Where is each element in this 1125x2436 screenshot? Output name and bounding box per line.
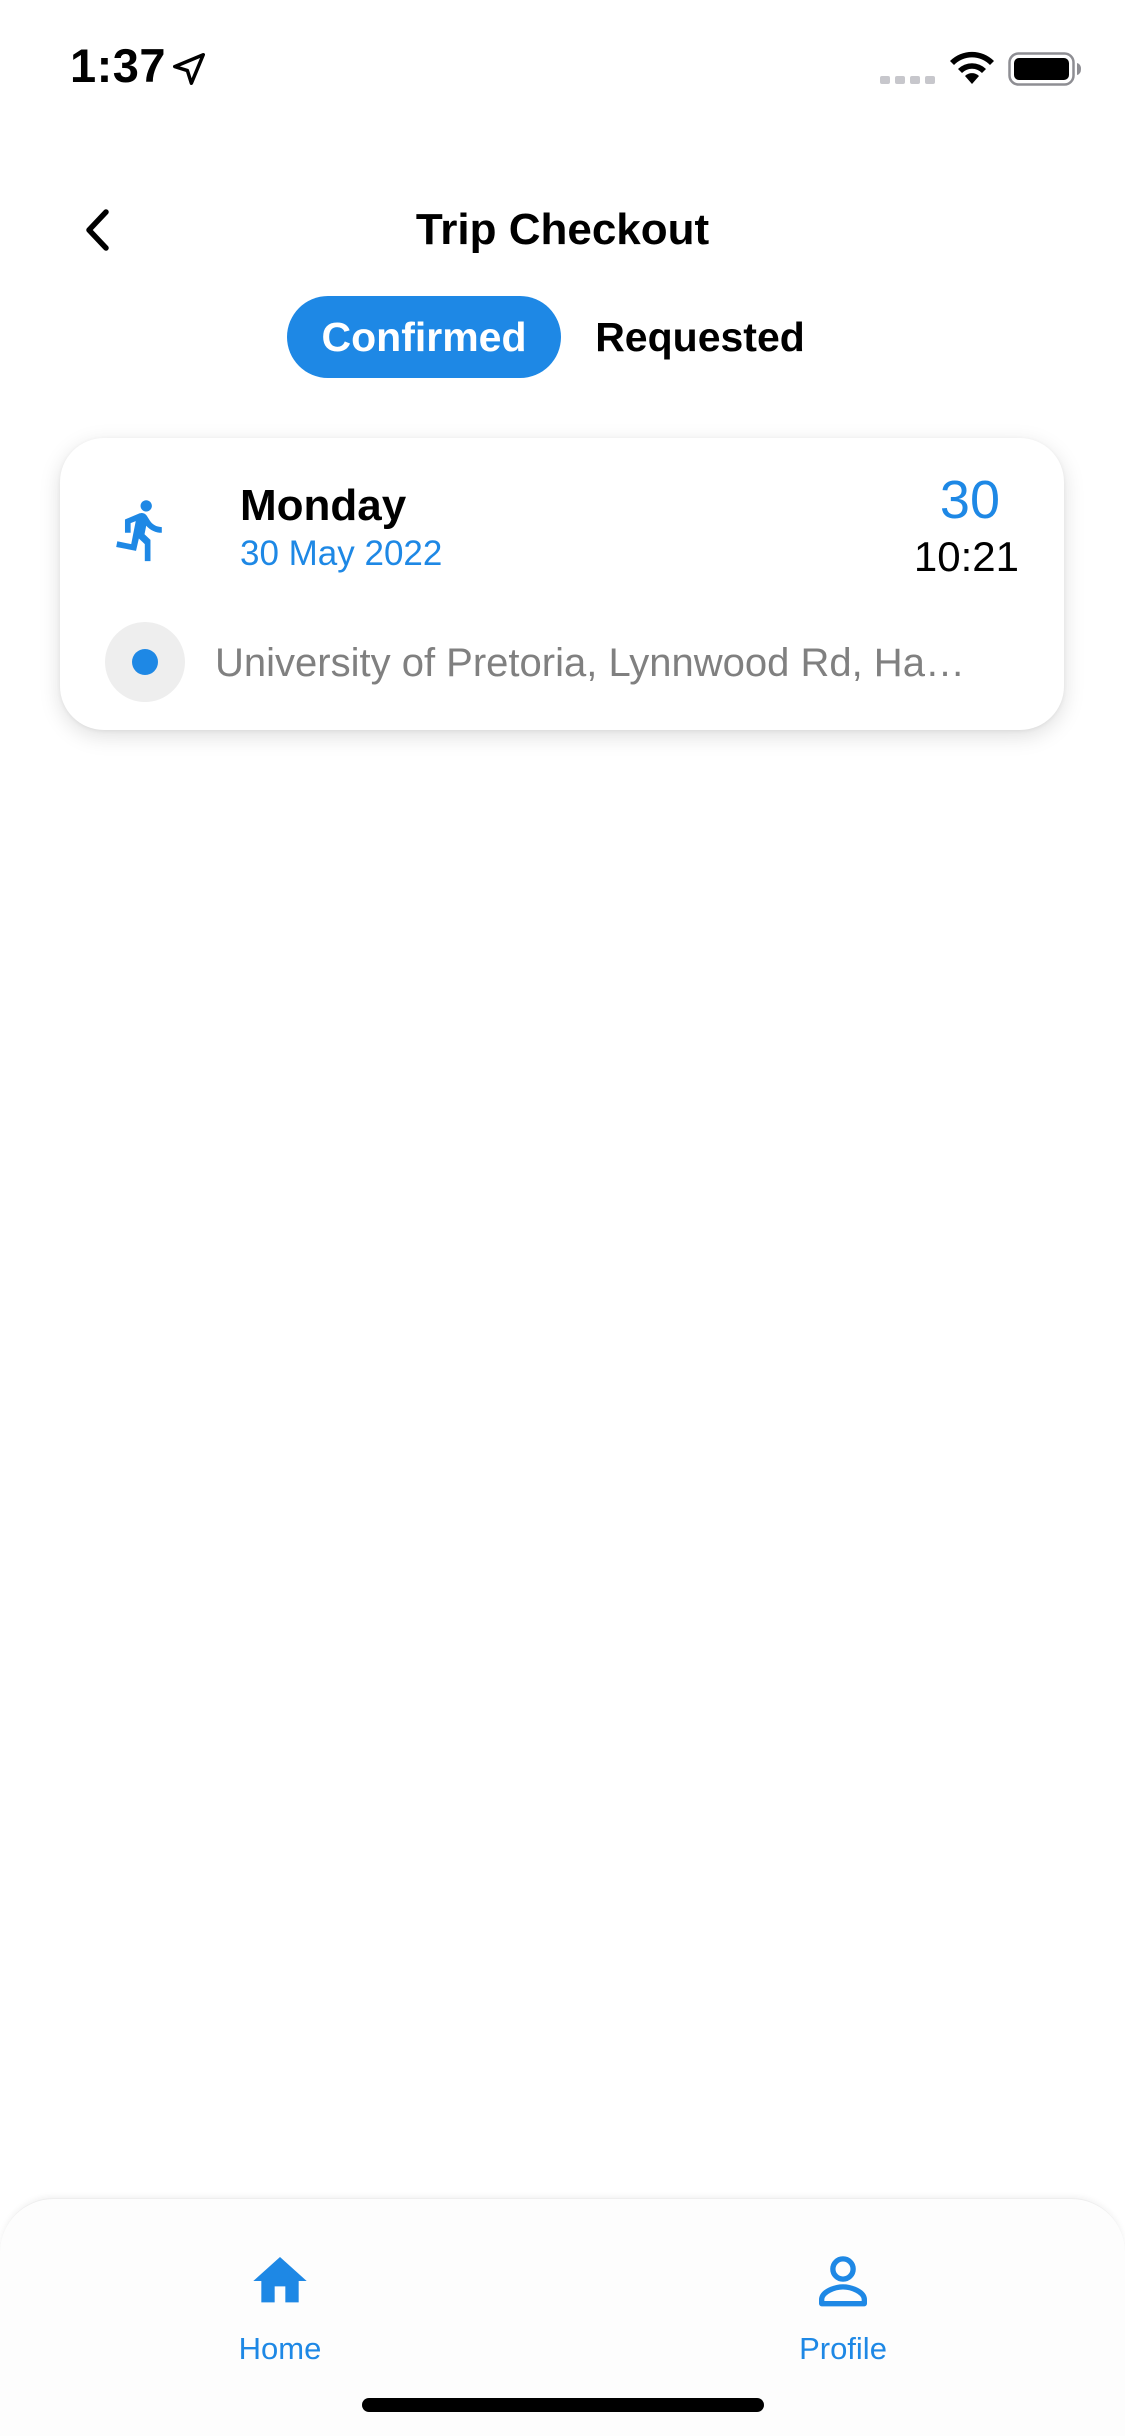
- nav-label-home: Home: [238, 2331, 322, 2366]
- battery-icon: [1008, 52, 1081, 86]
- trip-address: University of Pretoria, Lynnwood Rd, Ha…: [215, 641, 965, 685]
- trip-card[interactable]: Monday 30 May 2022 30 10:21 University o…: [60, 438, 1064, 730]
- trip-count: 30: [939, 470, 1000, 530]
- trip-checkout-screen: 1:37 Trip Checkout Confirmed Requested M…: [0, 0, 1125, 2436]
- wifi-icon: [950, 51, 994, 84]
- trip-time: 10:21: [913, 533, 1019, 580]
- person-icon: [819, 2256, 867, 2307]
- location-dot: [132, 649, 158, 675]
- signal-icon: [880, 76, 935, 84]
- walking-person-icon: [116, 500, 162, 562]
- home-icon: [253, 2257, 307, 2303]
- status-tabs: Confirmed Requested: [0, 296, 1125, 378]
- page-title: Trip Checkout: [415, 205, 710, 254]
- status-time: 1:37: [70, 39, 167, 92]
- trip-date: 30 May 2022: [240, 534, 443, 573]
- nav-item-profile[interactable]: Profile: [743, 2249, 943, 2389]
- home-indicator: [362, 2398, 764, 2412]
- location-marker-icon: [105, 622, 185, 702]
- trip-day: Monday: [240, 481, 407, 530]
- tab-requested[interactable]: Requested: [575, 296, 825, 378]
- location-arrow-icon: [173, 53, 205, 85]
- nav-item-home[interactable]: Home: [180, 2249, 380, 2389]
- status-bar: 1:37: [0, 0, 1125, 132]
- tab-confirmed[interactable]: Confirmed: [287, 296, 561, 378]
- nav-label-profile: Profile: [799, 2331, 887, 2366]
